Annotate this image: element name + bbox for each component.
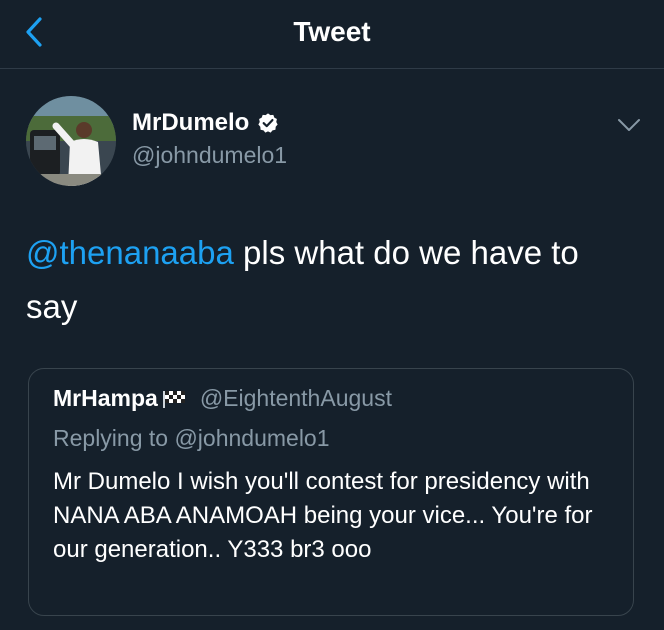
tweet-menu-button[interactable] [616, 114, 642, 136]
checkered-flag-icon [162, 390, 185, 408]
replying-to-label: Replying to @johndumelo1 [53, 425, 330, 451]
author-display-name[interactable]: MrDumelo [132, 109, 249, 137]
avatar[interactable] [26, 96, 116, 186]
quoted-display-name: MrHampa [53, 385, 158, 411]
author-handle[interactable]: @johndumelo1 [132, 142, 287, 169]
author-name-row[interactable]: MrDumelo [132, 106, 279, 140]
quoted-tweet-text: Mr Dumelo I wish you'll contest for pres… [53, 468, 593, 563]
quoted-author-row: MrHampa @EightenthAugust [53, 385, 392, 412]
quoted-tweet[interactable]: MrHampa @EightenthAugust Replying to @jo… [28, 368, 634, 616]
verified-badge-icon [258, 113, 278, 133]
top-bar: Tweet [0, 0, 664, 69]
mention-link[interactable]: @thenanaaba [26, 234, 234, 271]
page-title: Tweet [293, 16, 371, 47]
chevron-down-icon [618, 119, 640, 131]
tweet-text: @thenanaaba pls what do we have to say [26, 226, 636, 334]
profile-photo [26, 96, 116, 186]
quoted-handle: @EightenthAugust [199, 385, 392, 411]
